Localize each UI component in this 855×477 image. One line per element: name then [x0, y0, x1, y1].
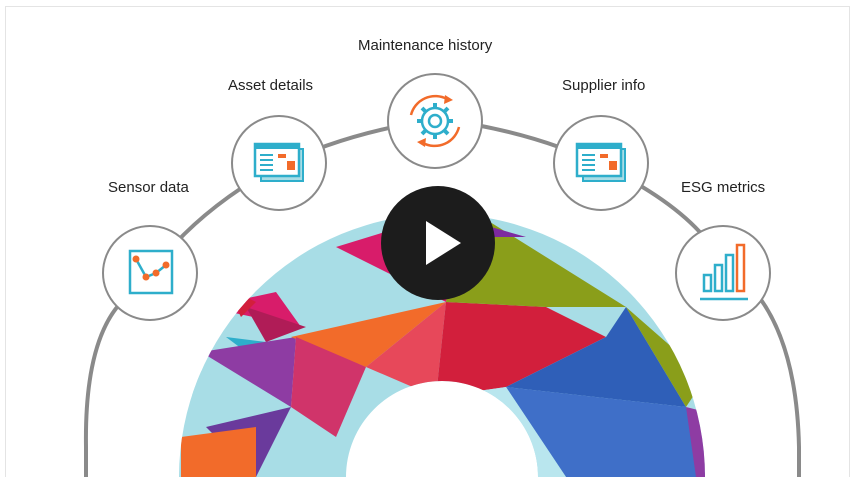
asset-details-label: Asset details: [228, 77, 314, 94]
dashboard-window-icon: [575, 142, 626, 182]
dashboard-window-icon: [253, 142, 304, 182]
supplier-info-node[interactable]: [553, 115, 649, 211]
line-chart-icon: [128, 249, 174, 295]
maintenance-history-label: Maintenance history: [358, 37, 493, 54]
gear-cycle-icon: [409, 94, 461, 148]
esg-metrics-label: ESG metrics: [681, 179, 766, 196]
asset-details-node[interactable]: [231, 115, 327, 211]
bar-chart-icon: [700, 243, 748, 301]
video-play-button[interactable]: [381, 186, 495, 300]
sensor-data-node[interactable]: [102, 225, 198, 321]
esg-metrics-node[interactable]: [675, 225, 771, 321]
sensor-data-label: Sensor data: [108, 179, 189, 196]
supplier-info-label: Supplier info: [562, 77, 646, 94]
play-icon: [426, 221, 461, 265]
maintenance-history-node[interactable]: [387, 73, 483, 169]
